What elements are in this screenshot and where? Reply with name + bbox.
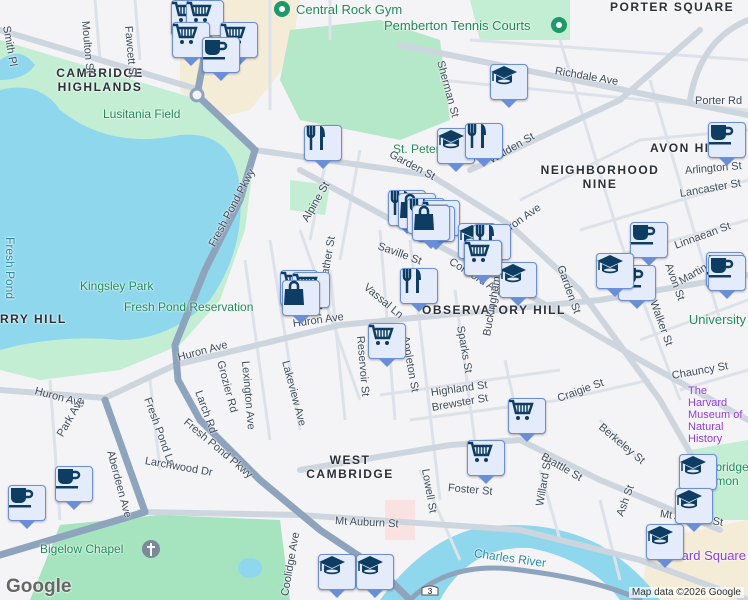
coffee-marker[interactable]	[55, 466, 93, 510]
coffee-marker[interactable]	[708, 255, 746, 299]
school-marker[interactable]	[318, 554, 356, 598]
coffee-marker[interactable]	[630, 222, 668, 266]
restaurant-marker[interactable]	[304, 125, 342, 169]
route-3-label: 3	[428, 587, 433, 596]
rock-gym-park	[280, 20, 450, 140]
school-marker[interactable]	[499, 262, 537, 306]
coffee-marker[interactable]	[8, 485, 46, 529]
shopping-cart-marker[interactable]	[368, 323, 406, 367]
neighborhood-label: RRY HILL	[0, 312, 67, 326]
shopping-bag-marker[interactable]	[412, 205, 450, 249]
google-logo: Google	[6, 576, 72, 597]
school-marker[interactable]	[596, 253, 634, 297]
place-label: Fresh Pond Reservation	[124, 300, 254, 314]
school-marker[interactable]	[646, 524, 684, 568]
shopping-cart-marker[interactable]	[467, 440, 505, 484]
neighborhood-label: NEIGHBORHOOD NINE	[540, 163, 660, 191]
school-marker[interactable]	[356, 554, 394, 598]
place-label: University	[688, 312, 746, 327]
neighborhood-label: WEST CAMBRIDGE	[306, 453, 394, 481]
pemberton-tennis-pin	[551, 17, 567, 33]
bigelow-chapel-pin	[142, 540, 160, 558]
place-label: Bigelow Chapel	[40, 542, 124, 556]
restaurant-marker[interactable]	[400, 268, 438, 312]
neighborhood-label: PORTER SQUARE	[610, 0, 735, 14]
place-label: Fresh Pond	[3, 237, 17, 300]
school-marker[interactable]	[490, 64, 528, 108]
shopping-cart-marker[interactable]	[508, 398, 546, 442]
shopping-cart-marker[interactable]	[464, 240, 502, 284]
coffee-marker[interactable]	[202, 37, 240, 81]
street-label: Porter Rd	[695, 95, 743, 107]
shopping-bag-marker[interactable]	[282, 280, 320, 324]
central-rock-gym-pin	[274, 1, 290, 17]
map-canvas[interactable]: 3 CAMBRIDGE HIGHLANDS PORTER SQUARE AVON H…	[0, 0, 748, 600]
map-attribution[interactable]: Map data ©2026 Google	[628, 587, 744, 598]
place-label: Kingsley Park	[80, 279, 154, 293]
place-label: Pemberton Tennis Courts	[384, 18, 531, 33]
place-label: Central Rock Gym	[296, 2, 403, 17]
place-label: Lusitania Field	[103, 107, 181, 121]
coffee-marker[interactable]	[708, 122, 746, 166]
restaurant-marker[interactable]	[465, 123, 503, 167]
place-label: The Harvard Museum of Natural History	[688, 385, 743, 445]
